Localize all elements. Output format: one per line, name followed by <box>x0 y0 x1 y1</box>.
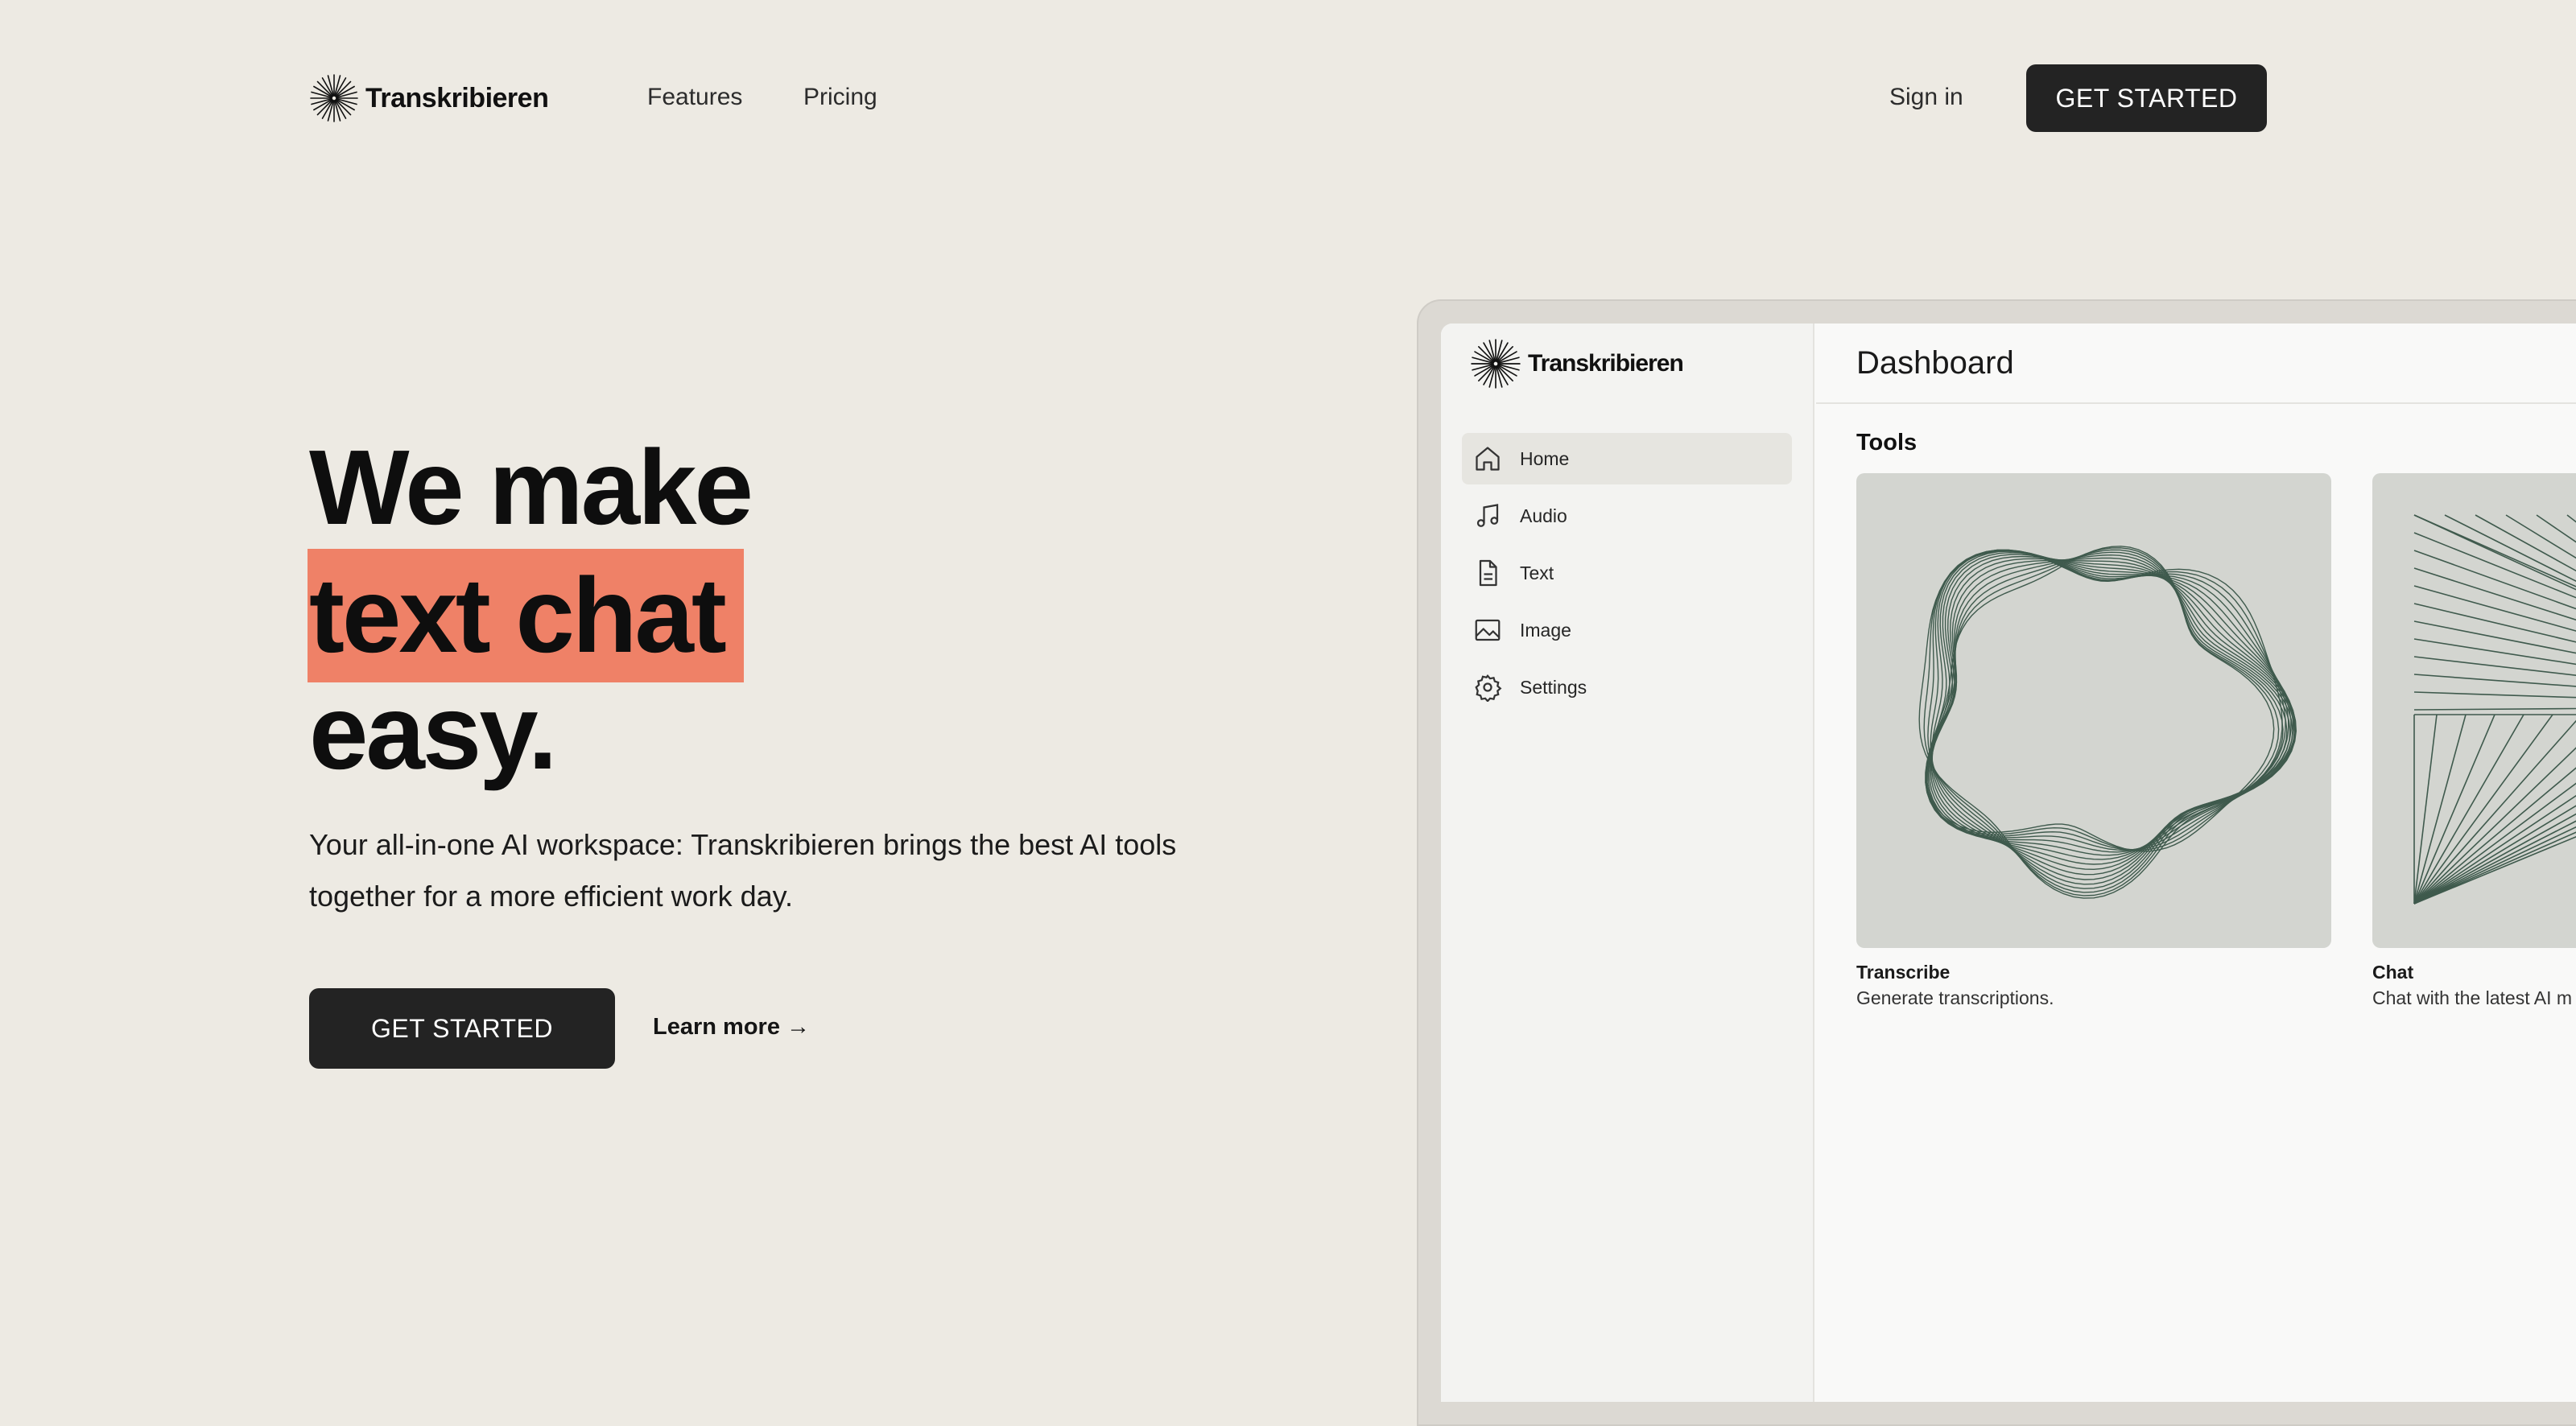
tool-art <box>2372 473 2576 948</box>
app-brand: Transkribieren <box>1470 338 1684 389</box>
sign-in-link[interactable]: Sign in <box>1889 84 1963 111</box>
sidebar-item-settings[interactable]: Settings <box>1462 661 1792 713</box>
brand-name: Transkribieren <box>365 82 549 113</box>
app-menu: Home Audio Text Image Settings <box>1462 433 1792 719</box>
app-header: Dashboard <box>1816 324 2576 404</box>
get-started-button[interactable]: GET STARTED <box>2026 64 2267 132</box>
sidebar-item-text[interactable]: Text <box>1462 547 1792 599</box>
starburst-logo-icon <box>310 74 358 122</box>
sidebar-item-label: Text <box>1520 562 1554 583</box>
nav-link-features[interactable]: Features <box>647 84 742 111</box>
tool-card-chat[interactable]: Chat Chat with the latest AI m <box>2372 473 2576 1011</box>
tools-heading: Tools <box>1856 430 1918 455</box>
sidebar-item-audio[interactable]: Audio <box>1462 490 1792 542</box>
tool-description: Generate transcriptions. <box>1856 987 2054 1008</box>
home-icon <box>1476 447 1500 471</box>
app-preview: Transkribieren Home Audio Text Image Set… <box>1441 324 2576 1402</box>
tool-description: Chat with the latest AI m <box>2372 987 2573 1008</box>
tool-name: Chat <box>2372 962 2414 983</box>
page-title: Dashboard <box>1856 344 2014 381</box>
hero-title-line-3: easy. <box>309 673 558 791</box>
starburst-logo-icon <box>1471 339 1521 389</box>
tool-name: Transcribe <box>1856 962 1951 983</box>
brand-logo[interactable]: Transkribieren <box>309 72 549 124</box>
sidebar-item-label: Audio <box>1520 505 1567 526</box>
sidebar-item-label: Image <box>1520 619 1571 641</box>
app-sidebar: Transkribieren Home Audio Text Image Set… <box>1441 324 1814 1402</box>
hero-title: We make text chat easy. <box>308 427 753 793</box>
hero-get-started-button[interactable]: GET STARTED <box>309 988 615 1069</box>
tool-art <box>1856 473 2331 948</box>
music-note-icon <box>1476 504 1499 527</box>
app-brand-name: Transkribieren <box>1528 350 1684 377</box>
learn-more-link[interactable]: Learn more → <box>653 1014 810 1041</box>
sidebar-item-label: Home <box>1520 447 1570 469</box>
nav-link-pricing[interactable]: Pricing <box>803 84 877 111</box>
hero-title-highlight: text chat <box>308 549 744 682</box>
sidebar-item-label: Settings <box>1520 676 1587 698</box>
tool-card-transcribe[interactable]: Transcribe Generate transcriptions. <box>1856 473 2331 1011</box>
hero-subtitle: Your all-in-one AI workspace: Transkribi… <box>309 828 1177 913</box>
app-main: Dashboard Tools Transcribe Generate tran… <box>1816 324 2576 1402</box>
gear-icon <box>1475 674 1502 702</box>
hero-title-line-1: We make <box>309 428 753 546</box>
ray-lines-illustration <box>2413 514 2576 905</box>
hero-title-line-2: text chat <box>308 549 751 682</box>
sidebar-item-home[interactable]: Home <box>1462 433 1792 484</box>
image-icon <box>1475 619 1501 641</box>
top-nav: Transkribieren Features Pricing Sign in … <box>309 64 2267 132</box>
wave-ring-illustration <box>1918 546 2297 899</box>
sidebar-item-image[interactable]: Image <box>1462 604 1792 656</box>
document-icon <box>1479 559 1497 587</box>
